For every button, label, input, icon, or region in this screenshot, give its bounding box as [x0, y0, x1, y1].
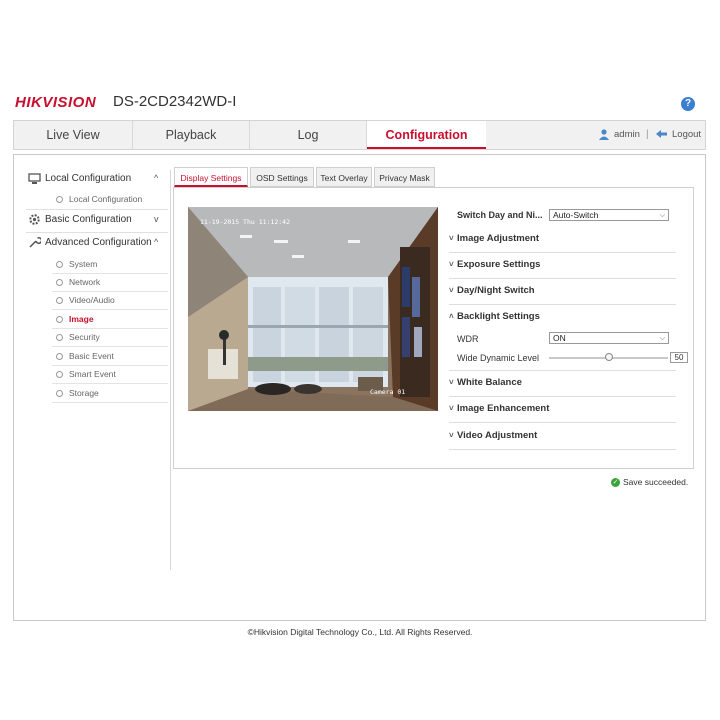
bullet-icon [56, 196, 63, 204]
slider-handle[interactable] [604, 353, 613, 361]
group-exposure-settings[interactable]: ˅ Exposure Settings [449, 259, 540, 270]
divider [449, 449, 676, 450]
divider [449, 396, 676, 397]
save-status: ✓ Save succeeded. [611, 477, 689, 488]
nav-separator: | [646, 129, 649, 140]
chevron-down-icon: ˅ [449, 286, 454, 295]
chevron-down-icon: ˅ [449, 378, 454, 387]
bullet-icon [56, 297, 63, 305]
bullet-icon [56, 371, 63, 379]
check-icon: ✓ [611, 478, 620, 488]
tab-playback[interactable]: Playback [133, 121, 250, 149]
tab-display-settings[interactable]: Display Settings [174, 167, 248, 187]
divider [449, 278, 676, 279]
video-camera-name: Camera 01 [370, 388, 406, 396]
logout-link[interactable]: Logout [655, 121, 701, 149]
sidebar-section-label: Basic Configuration [45, 214, 132, 225]
chevron-down-icon[interactable]: v [154, 214, 159, 224]
brand-logo: HIKVISION [15, 94, 97, 111]
chevron-down-icon: ˅ [449, 431, 454, 440]
sidebar-basic-configuration[interactable]: Basic Configuration [28, 209, 132, 231]
device-model: DS-2CD2342WD-I [113, 93, 237, 110]
user-icon [599, 129, 609, 141]
group-image-adjustment[interactable]: ˅ Image Adjustment [449, 233, 539, 244]
user-account[interactable]: admin [598, 121, 640, 149]
sidebar-item-system[interactable]: System [52, 255, 168, 274]
chevron-down-icon: ˅ [449, 260, 454, 269]
footer-copyright: ©Hikvision Digital Technology Co., Ltd. … [247, 627, 473, 637]
chevron-up-icon[interactable]: ^ [154, 173, 158, 183]
username: admin [614, 129, 640, 140]
chevron-down-icon: ⌵ [659, 212, 665, 219]
switch-day-night-select[interactable]: Auto-Switch ⌵ [549, 209, 669, 221]
group-video-adjustment[interactable]: ˅ Video Adjustment [449, 430, 537, 441]
gear-icon [29, 214, 40, 225]
group-white-balance[interactable]: ˅ White Balance [449, 377, 522, 388]
sidebar-item-network[interactable]: Network [52, 273, 168, 292]
tab-live-view[interactable]: Live View [14, 121, 133, 149]
group-day-night-switch[interactable]: ˅ Day/Night Switch [449, 285, 535, 296]
wide-dynamic-level-label: Wide Dynamic Level [457, 353, 540, 363]
logout-icon [656, 130, 667, 139]
bullet-icon [56, 279, 63, 287]
sidebar-item-smart-event[interactable]: Smart Event [52, 365, 168, 384]
bullet-icon [56, 353, 63, 361]
wide-dynamic-level-value[interactable]: 50 [670, 352, 688, 363]
sidebar-item-local-configuration[interactable]: Local Configuration [52, 190, 168, 208]
help-icon[interactable]: ? [681, 97, 695, 111]
chevron-down-icon: ˅ [449, 234, 454, 243]
sidebar-item-basic-event[interactable]: Basic Event [52, 347, 168, 366]
sidebar-item-video-audio[interactable]: Video/Audio [52, 291, 168, 310]
sidebar-divider [170, 170, 171, 570]
tab-privacy-mask[interactable]: Privacy Mask [374, 167, 435, 187]
live-video-preview: 11-19-2015 Thu 11:12:42 Camera 01 [188, 207, 438, 411]
tab-configuration[interactable]: Configuration [367, 121, 486, 149]
chevron-down-icon: ⌵ [659, 335, 665, 342]
chevron-up-icon: ˄ [449, 312, 454, 321]
bullet-icon [56, 261, 63, 269]
divider [449, 304, 676, 305]
group-backlight-settings[interactable]: ˄ Backlight Settings [449, 311, 540, 322]
bullet-icon [56, 334, 63, 342]
tab-text-overlay[interactable]: Text Overlay [316, 167, 372, 187]
logout-label: Logout [672, 129, 702, 140]
wdr-label: WDR [457, 334, 479, 344]
sidebar-section-label: Local Configuration [45, 173, 132, 184]
sidebar-item-image[interactable]: Image [52, 310, 168, 329]
switch-day-night-label: Switch Day and Ni... [457, 210, 543, 220]
tab-log[interactable]: Log [250, 121, 367, 149]
wdr-select[interactable]: ON ⌵ [549, 332, 669, 344]
chevron-down-icon: ˅ [449, 404, 454, 413]
divider [449, 422, 676, 423]
bullet-icon [56, 316, 63, 324]
divider [449, 370, 676, 371]
wrench-icon [29, 236, 41, 248]
video-timestamp: 11-19-2015 Thu 11:12:42 [200, 218, 291, 226]
sidebar-section-label: Advanced Configuration [45, 237, 152, 248]
sidebar-item-storage[interactable]: Storage [52, 384, 168, 403]
group-image-enhancement[interactable]: ˅ Image Enhancement [449, 403, 549, 414]
sidebar-local-configuration[interactable]: Local Configuration [28, 168, 131, 190]
main-nav: Live View Playback Log Configuration adm… [13, 120, 706, 150]
divider [449, 252, 676, 253]
tab-osd-settings[interactable]: OSD Settings [250, 167, 314, 187]
chevron-up-icon[interactable]: ^ [154, 237, 158, 247]
monitor-icon [28, 173, 41, 184]
sidebar-item-security[interactable]: Security [52, 328, 168, 347]
bullet-icon [56, 390, 63, 398]
sidebar-advanced-configuration[interactable]: Advanced Configuration [28, 232, 152, 254]
camera-scene [188, 207, 438, 411]
